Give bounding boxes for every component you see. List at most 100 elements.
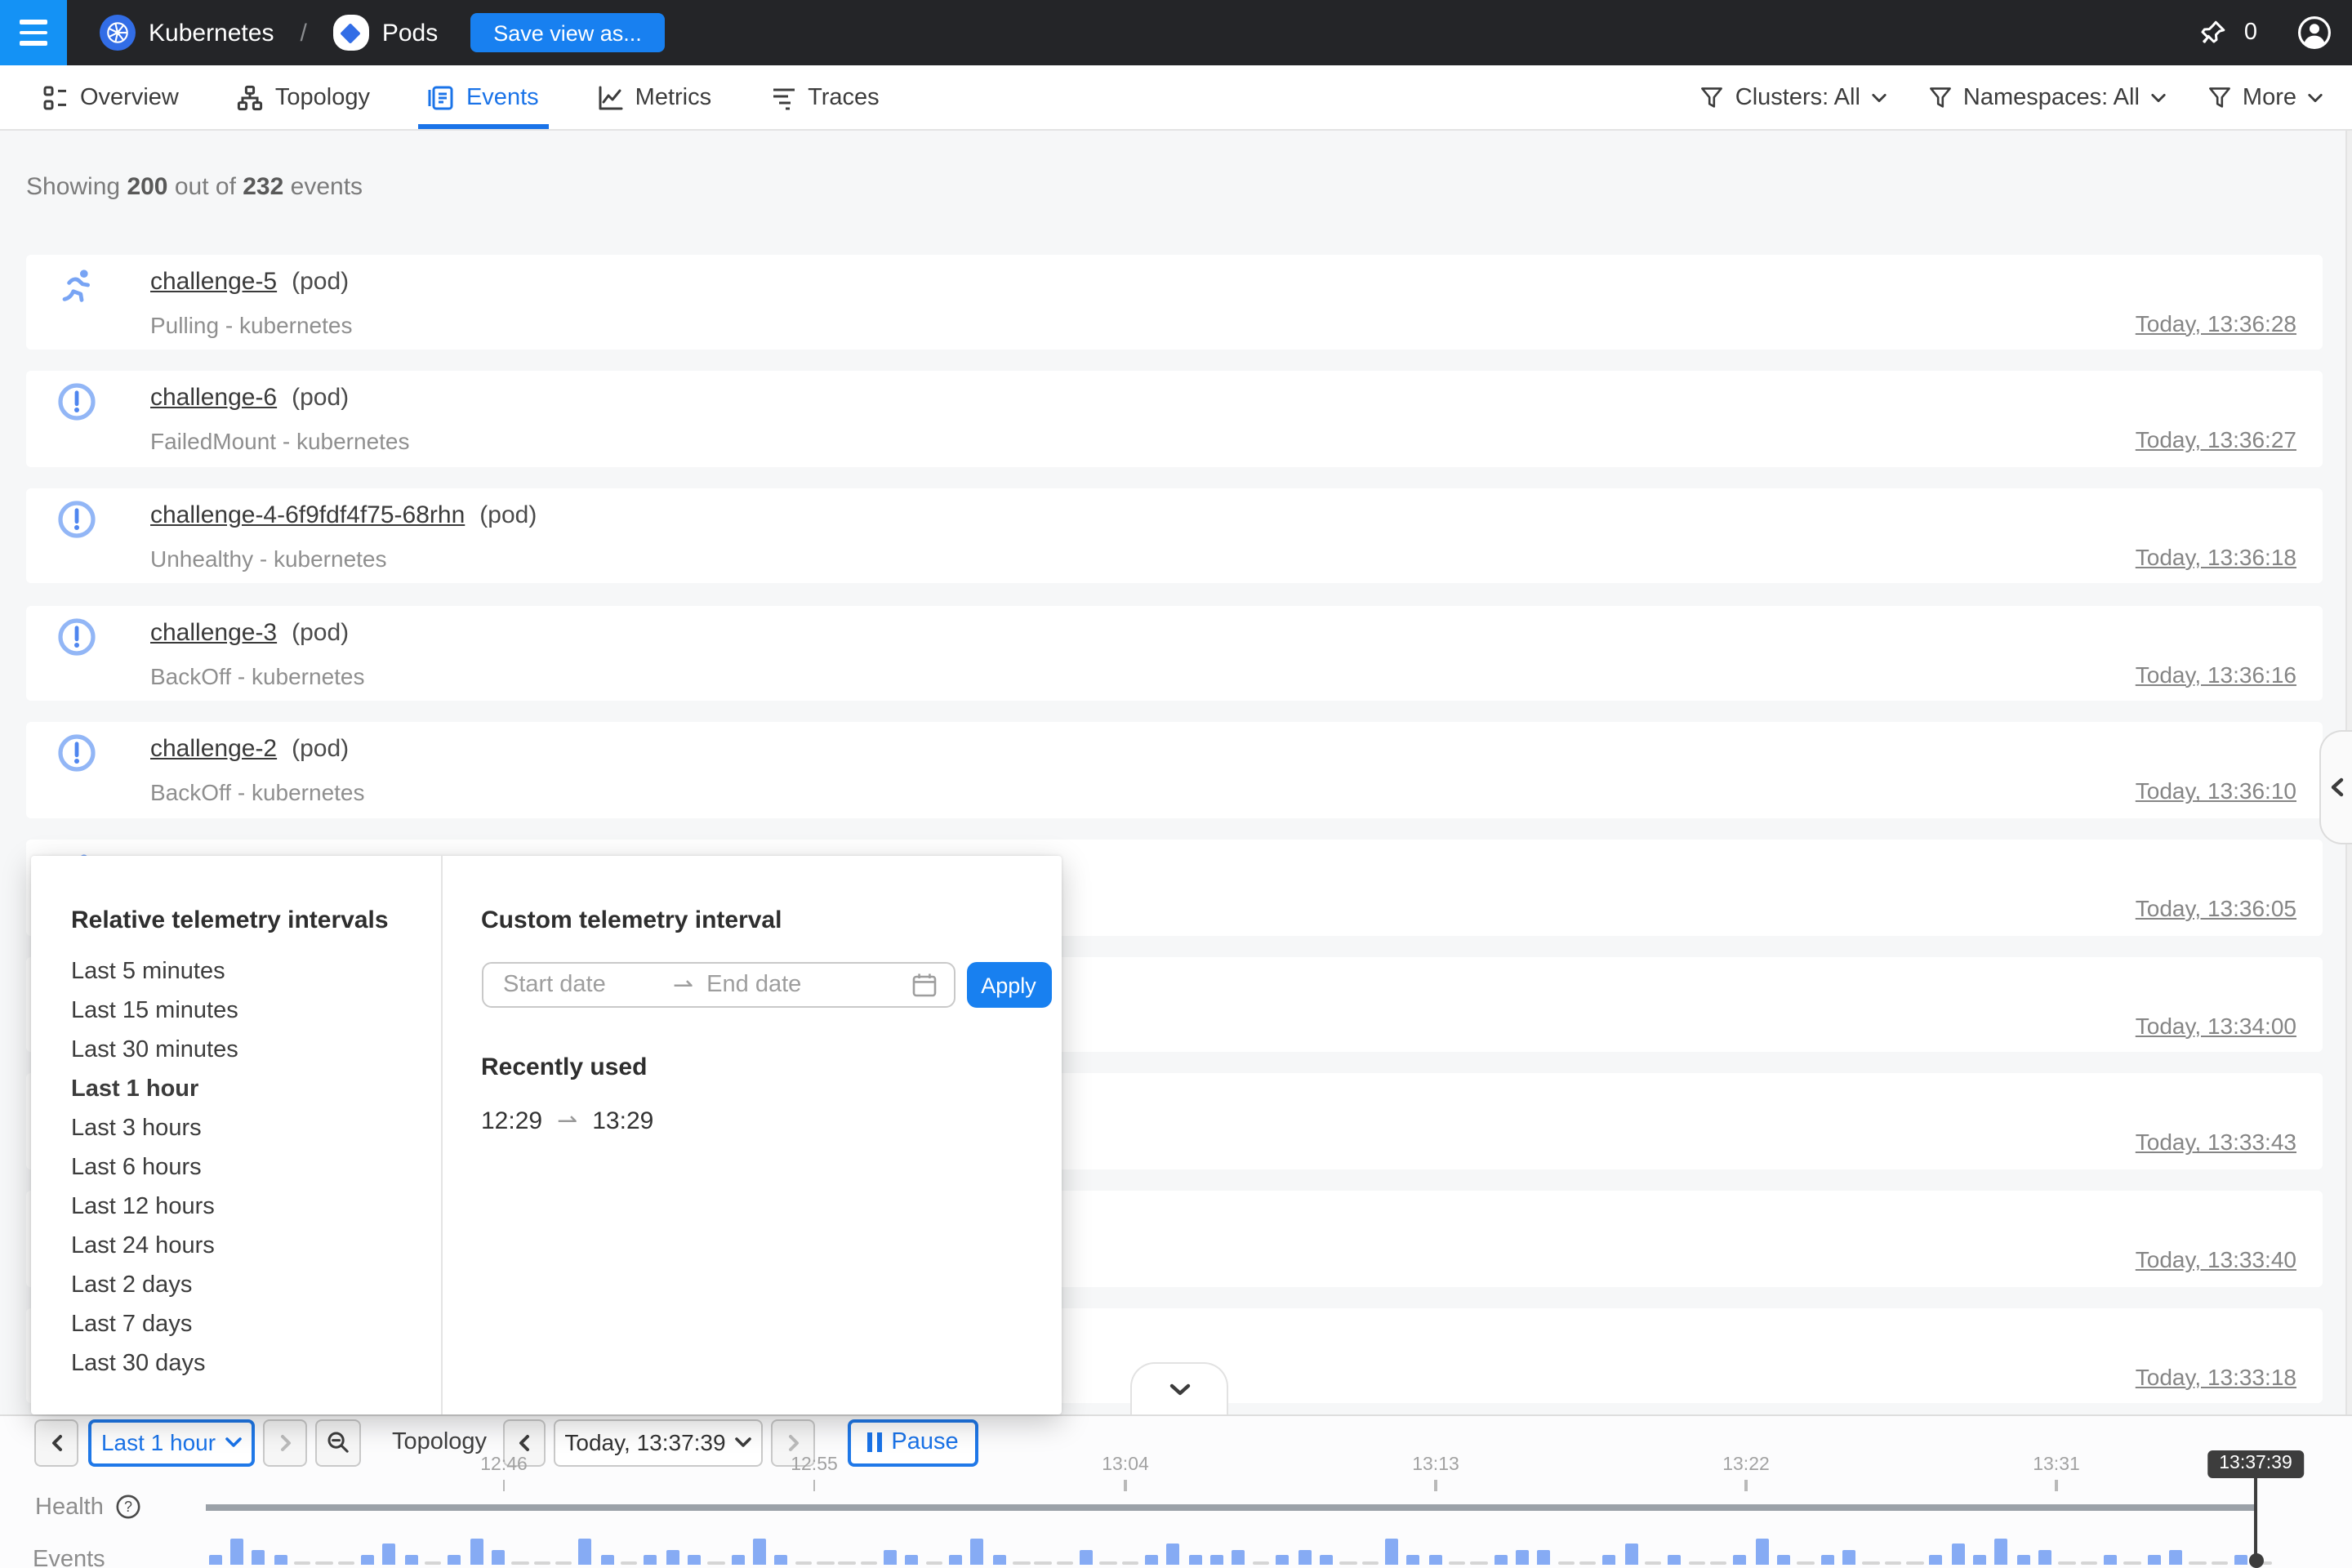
tab-label: Traces <box>808 84 880 110</box>
help-icon[interactable]: ? <box>117 1494 141 1519</box>
tab-metrics[interactable]: Metrics <box>578 65 731 129</box>
events-histogram-bar <box>731 1555 744 1565</box>
tab-label: Events <box>466 84 539 110</box>
calendar-icon[interactable] <box>911 972 938 998</box>
pin-icon[interactable] <box>2198 18 2228 47</box>
event-object-type: (pod) <box>292 267 349 295</box>
events-empty-dash <box>1688 1561 1705 1565</box>
event-timestamp-link[interactable]: Today, 13:36:10 <box>2136 778 2296 804</box>
events-empty-dash <box>1906 1561 1923 1565</box>
events-histogram-bar <box>1145 1555 1158 1565</box>
event-timestamp-link[interactable]: Today, 13:34:00 <box>2136 1012 2296 1038</box>
end-date-input[interactable] <box>706 972 873 998</box>
event-timestamp-link[interactable]: Today, 13:33:43 <box>2136 1129 2296 1156</box>
events-histogram-bar <box>1755 1539 1768 1565</box>
event-object-type: (pod) <box>292 618 349 646</box>
event-timestamp-link[interactable]: Today, 13:33:18 <box>2136 1364 2296 1390</box>
event-title-link[interactable]: challenge-3 <box>150 618 277 646</box>
interval-option[interactable]: Last 15 minutes <box>30 991 440 1031</box>
tab-events[interactable]: Events <box>409 65 559 129</box>
event-title-link[interactable]: challenge-2 <box>150 736 277 764</box>
view-tab-bar: Overview Topology Events Metrics Traces Clus… <box>0 65 2352 131</box>
event-subtitle: Pulling - kubernetes <box>150 311 353 337</box>
events-histogram-bar <box>2038 1549 2051 1565</box>
events-empty-dash <box>1100 1561 1117 1565</box>
funnel-icon <box>1701 86 1724 109</box>
total-count: 232 <box>243 173 283 201</box>
funnel-icon <box>2208 86 2231 109</box>
event-title-link[interactable]: challenge-4-6f9fdf4f75-68rhn <box>150 501 465 529</box>
interval-option[interactable]: Last 7 days <box>30 1305 440 1344</box>
interval-option[interactable]: Last 1 hour <box>30 1070 440 1109</box>
collapse-timeline-tab[interactable] <box>1130 1362 1228 1414</box>
events-count-summary: Showing 200 out of 232 events <box>26 173 363 201</box>
event-timestamp-link[interactable]: Today, 13:36:16 <box>2136 661 2296 687</box>
save-view-as-button[interactable]: Save view as... <box>470 13 665 52</box>
timeline-panel: Last 1 hour Topology Today, 13:37:39 <box>0 1414 2352 1568</box>
interval-option[interactable]: Last 6 hours <box>30 1148 440 1187</box>
tab-overview[interactable]: Overview <box>23 65 198 129</box>
start-date-input[interactable] <box>503 972 670 998</box>
events-histogram-bar <box>1167 1544 1180 1565</box>
timeline-chart[interactable]: Health ? Events 12:4612:5513:0413:1313:2… <box>0 1415 2352 1568</box>
breadcrumb-kubernetes[interactable]: Kubernetes <box>149 19 274 47</box>
apply-button[interactable]: Apply <box>966 962 1051 1008</box>
cursor-time-tooltip: 13:37:39 <box>2207 1450 2304 1477</box>
events-empty-dash <box>1645 1561 1662 1565</box>
events-histogram-bar <box>753 1539 766 1565</box>
events-histogram-bar <box>971 1539 984 1565</box>
event-timestamp-link[interactable]: Today, 13:36:05 <box>2136 895 2296 921</box>
filter-more[interactable]: More <box>2208 84 2323 110</box>
events-histogram-bar <box>992 1555 1005 1565</box>
interval-option[interactable]: Last 24 hours <box>30 1227 440 1266</box>
event-timestamp-link[interactable]: Today, 13:33:40 <box>2136 1246 2296 1272</box>
filter-clusters[interactable]: Clusters: All <box>1701 84 1886 110</box>
events-empty-dash <box>795 1561 812 1565</box>
interval-option[interactable]: Last 3 hours <box>30 1109 440 1148</box>
events-empty-dash <box>2124 1561 2141 1565</box>
interval-option[interactable]: Last 30 days <box>30 1344 440 1383</box>
events-histogram-bar <box>230 1539 243 1565</box>
events-histogram-bar <box>1930 1555 1943 1565</box>
events-histogram-bar <box>906 1555 919 1565</box>
timeline-cursor-dot[interactable] <box>2248 1552 2263 1567</box>
event-warning-icon <box>57 734 96 773</box>
events-histogram-bar <box>1385 1539 1398 1565</box>
events-empty-dash <box>2059 1561 2076 1565</box>
tab-topology[interactable]: Topology <box>218 65 390 129</box>
hamburger-menu-button[interactable] <box>0 0 67 65</box>
events-empty-dash <box>555 1561 572 1565</box>
events-empty-dash <box>839 1561 856 1565</box>
events-histogram-bar <box>208 1555 221 1565</box>
event-timestamp-link[interactable]: Today, 13:36:27 <box>2136 426 2296 452</box>
breadcrumb: Kubernetes / Pods <box>67 15 438 51</box>
interval-option[interactable]: Last 30 minutes <box>30 1031 440 1070</box>
event-title-link[interactable]: challenge-6 <box>150 384 277 412</box>
events-histogram-bar <box>470 1539 483 1565</box>
recently-used-range[interactable]: 12:29 ⇀ 13:29 <box>481 1106 653 1135</box>
events-histogram-bar <box>1189 1555 1202 1565</box>
events-histogram-bar <box>1624 1544 1637 1565</box>
event-timestamp-link[interactable]: Today, 13:36:18 <box>2136 544 2296 570</box>
event-title-link[interactable]: challenge-5 <box>150 267 277 295</box>
event-timestamp-link[interactable]: Today, 13:36:28 <box>2136 310 2296 336</box>
events-histogram-bar <box>644 1555 657 1565</box>
relative-intervals-header: Relative telemetry intervals <box>71 906 389 934</box>
interval-option[interactable]: Last 12 hours <box>30 1187 440 1227</box>
timeline-cursor-line[interactable] <box>2255 1477 2257 1559</box>
expand-side-panel-handle[interactable] <box>2319 730 2352 844</box>
interval-option[interactable]: Last 2 days <box>30 1266 440 1305</box>
user-avatar[interactable] <box>2296 15 2332 51</box>
breadcrumb-pods[interactable]: Pods <box>382 19 438 47</box>
events-histogram-bar <box>600 1555 613 1565</box>
filter-namespaces[interactable]: Namespaces: All <box>1929 84 2166 110</box>
custom-interval-header: Custom telemetry interval <box>481 906 782 934</box>
tab-traces[interactable]: Traces <box>751 65 899 129</box>
events-empty-dash <box>925 1561 942 1565</box>
tabs: Overview Topology Events Metrics Traces <box>0 65 919 129</box>
events-histogram-bar <box>775 1555 788 1565</box>
events-histogram-bar <box>492 1549 505 1565</box>
events-histogram-bar <box>1537 1549 1550 1565</box>
date-range-input[interactable]: ⇀ <box>482 962 956 1008</box>
interval-option[interactable]: Last 5 minutes <box>30 952 440 991</box>
